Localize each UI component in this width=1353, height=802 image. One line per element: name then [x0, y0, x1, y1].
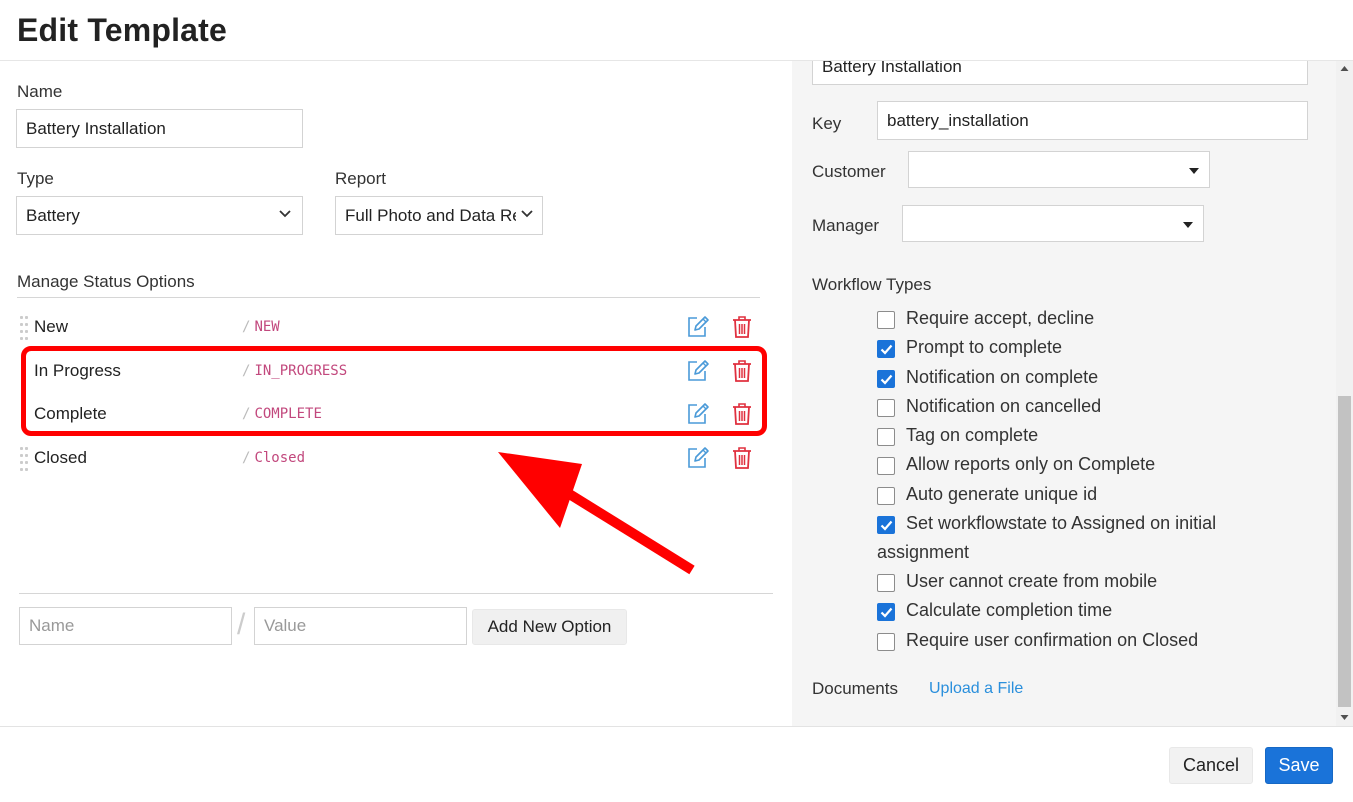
new-option-name-input[interactable]: Name	[19, 607, 232, 645]
workflow-option-label[interactable]: Notification on cancelled	[906, 396, 1101, 417]
manager-label: Manager	[812, 216, 880, 235]
scroll-down-icon[interactable]	[1340, 714, 1349, 721]
checkbox-checked[interactable]	[877, 340, 895, 358]
report-select-value: Full Photo and Data Rep	[345, 206, 532, 225]
checkbox-unchecked[interactable]	[877, 399, 895, 417]
type-select-value: Battery	[26, 206, 80, 225]
drag-handle-icon[interactable]	[20, 316, 30, 340]
report-select[interactable]: Full Photo and Data Rep	[335, 196, 543, 235]
checkmark-icon	[880, 520, 893, 531]
workflow-option-label[interactable]: Require user confirmation on Closed	[906, 630, 1198, 651]
workflow-option-label[interactable]: Set workflowstate to Assigned on initial	[906, 513, 1216, 534]
status-key: / Closed	[242, 450, 305, 466]
display-name-value: Battery Installation	[822, 61, 962, 76]
manager-select[interactable]	[902, 205, 1204, 242]
status-name: Closed	[34, 448, 87, 467]
workflow-option-label[interactable]: Auto generate unique id	[906, 484, 1097, 505]
new-option-value-input[interactable]: Value	[254, 607, 467, 645]
scroll-up-icon[interactable]	[1340, 65, 1349, 72]
status-key: / NEW	[242, 319, 280, 335]
checkbox-unchecked[interactable]	[877, 487, 895, 505]
status-key-value: Closed	[254, 450, 306, 466]
workflow-option-label[interactable]: Tag on complete	[906, 425, 1038, 446]
workflow-option-label[interactable]: Calculate completion time	[906, 600, 1112, 621]
workflow-types-label: Workflow Types	[812, 275, 932, 294]
checkbox-checked[interactable]	[877, 370, 895, 388]
name-input[interactable]: Battery Installation	[16, 109, 303, 148]
caret-down-icon	[1189, 168, 1199, 174]
checkbox-unchecked[interactable]	[877, 574, 895, 592]
workflow-option-label[interactable]: User cannot create from mobile	[906, 571, 1157, 592]
cancel-button[interactable]: Cancel	[1169, 747, 1253, 784]
save-button[interactable]: Save	[1265, 747, 1333, 784]
workflow-option-label[interactable]: Require accept, decline	[906, 308, 1094, 329]
drag-handle-icon[interactable]	[20, 447, 30, 471]
add-new-option-button[interactable]: Add New Option	[472, 609, 627, 645]
annotation-arrow	[498, 452, 695, 575]
status-key-separator: /	[242, 450, 251, 466]
chevron-down-icon	[516, 197, 538, 234]
scrollbar-thumb[interactable]	[1338, 396, 1351, 707]
checkmark-icon	[880, 607, 893, 618]
checkbox-unchecked[interactable]	[877, 428, 895, 446]
dialog-title: Edit Template	[17, 12, 228, 48]
delete-icon[interactable]	[732, 446, 752, 470]
workflow-option-label[interactable]: Allow reports only on Complete	[906, 454, 1155, 475]
dialog-footer: Cancel Save	[0, 726, 1353, 802]
name-label: Name	[17, 82, 63, 101]
checkbox-checked[interactable]	[877, 516, 895, 534]
status-key-separator: /	[242, 319, 251, 335]
workflow-option-label-continued[interactable]: assignment	[877, 542, 969, 563]
display-name-input[interactable]: Battery Installation	[812, 61, 1308, 85]
right-panel-scrollbar[interactable]	[1336, 61, 1353, 726]
status-key-value: NEW	[254, 319, 280, 335]
checkbox-unchecked[interactable]	[877, 633, 895, 651]
checkbox-checked[interactable]	[877, 603, 895, 621]
upload-file-link[interactable]: Upload a File	[929, 680, 1023, 698]
customer-select[interactable]	[908, 151, 1210, 188]
type-select[interactable]: Battery	[16, 196, 303, 235]
right-panel: Battery Installation Key battery_install…	[792, 61, 1353, 726]
key-label: Key	[812, 114, 842, 133]
workflow-option-label[interactable]: Prompt to complete	[906, 337, 1062, 358]
caret-down-icon	[1183, 222, 1193, 228]
edit-icon[interactable]	[686, 315, 710, 339]
report-label: Report	[335, 169, 387, 188]
customer-label: Customer	[812, 162, 886, 181]
checkmark-icon	[880, 374, 893, 385]
status-divider	[17, 297, 760, 298]
delete-icon[interactable]	[732, 315, 752, 339]
workflow-option-label[interactable]: Notification on complete	[906, 367, 1098, 388]
checkbox-unchecked[interactable]	[877, 311, 895, 329]
status-name: New	[34, 317, 69, 336]
type-label: Type	[17, 169, 54, 188]
chevron-down-icon	[274, 197, 296, 234]
annotation-highlight-box	[21, 346, 767, 436]
manage-status-label: Manage Status Options	[17, 272, 195, 291]
checkmark-icon	[880, 344, 893, 355]
documents-label: Documents	[812, 679, 898, 698]
checkbox-unchecked[interactable]	[877, 457, 895, 475]
key-input[interactable]: battery_installation	[877, 101, 1308, 140]
add-option-divider	[19, 593, 773, 594]
add-option-separator: /	[237, 608, 246, 641]
dialog-header: Edit Template	[0, 0, 1353, 61]
